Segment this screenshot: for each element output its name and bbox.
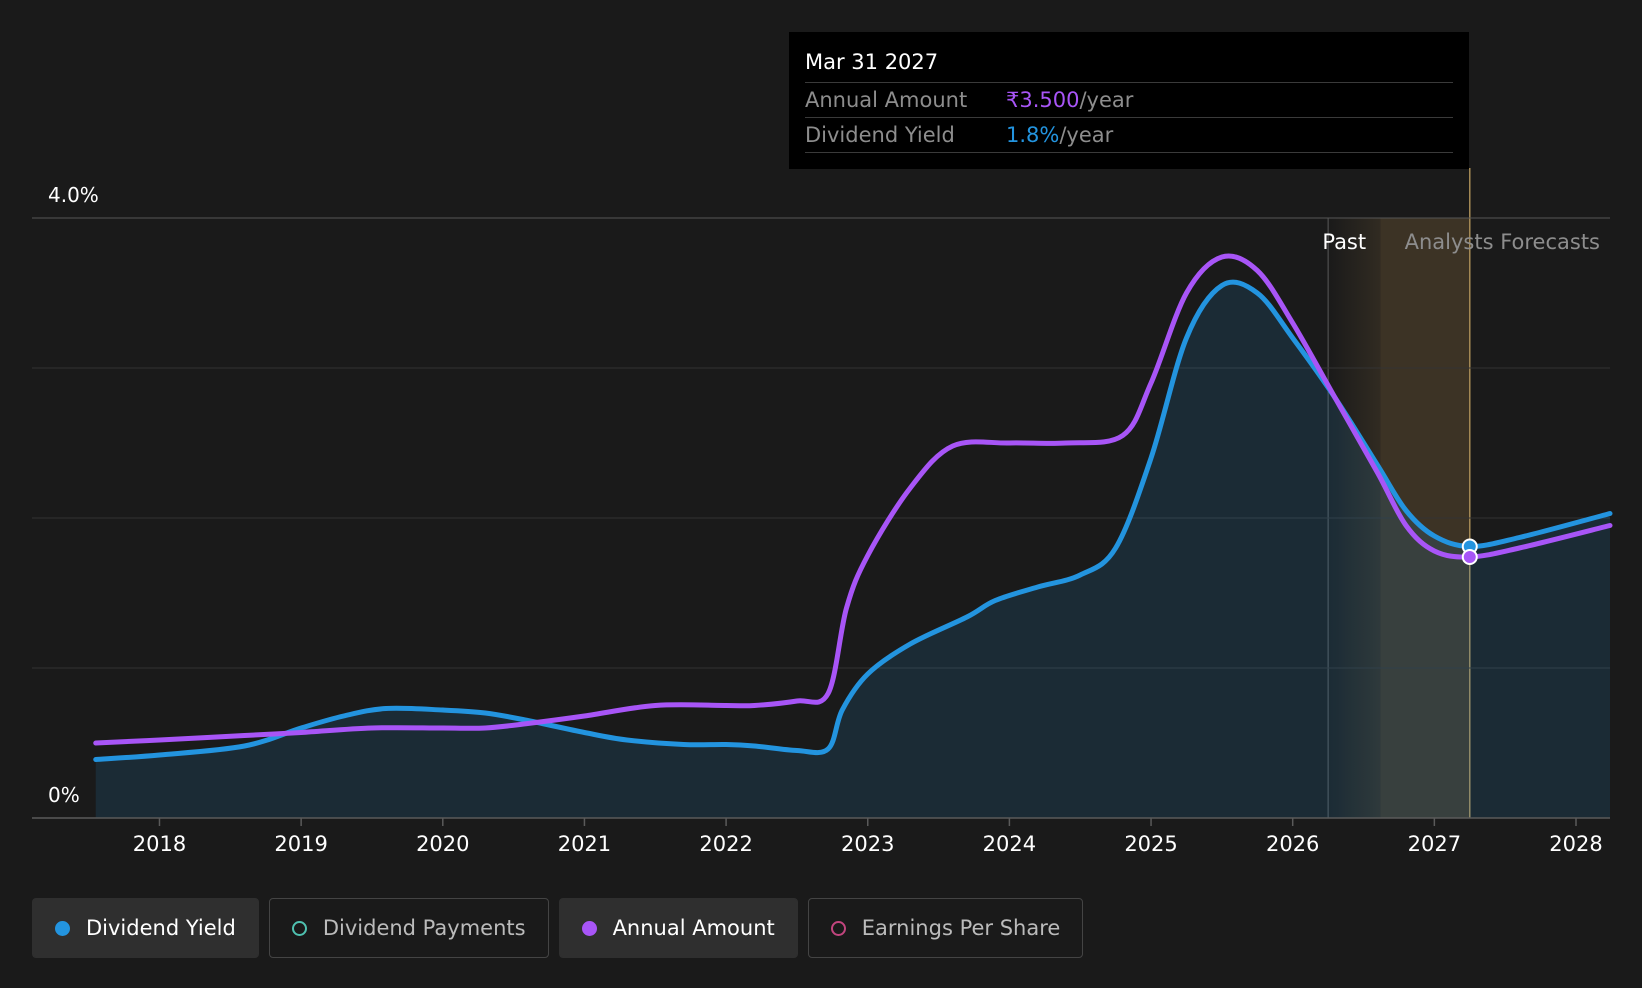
x-tick-label: 2022 [699,832,752,856]
chart-legend: Dividend Yield Dividend Payments Annual … [32,898,1084,958]
x-tick-label: 2024 [983,832,1036,856]
legend-dot-icon [581,920,597,936]
x-tick-label: 2020 [416,832,469,856]
legend-ring-icon [291,920,307,936]
past-label: Past [1322,230,1366,254]
legend-annual-amount[interactable]: Annual Amount [558,898,798,958]
tooltip-value: ₹3.500 [1006,88,1080,112]
y-tick-label-top: 4.0% [48,183,99,207]
x-tick-label: 2018 [133,832,186,856]
legend-label: Dividend Payments [322,916,526,940]
tooltip-label: Dividend Yield [805,123,955,147]
annual-amount-marker [1461,549,1478,565]
x-tick-label: 2028 [1549,832,1602,856]
x-tick-label: 2023 [841,832,894,856]
x-tick-label: 2027 [1408,832,1461,856]
legend-ring-icon [830,920,846,936]
x-tick-label: 2025 [1124,832,1177,856]
tooltip-unit: /year [1079,88,1134,112]
tooltip-row-annual-amount: Annual Amount ₹3.500 /year [805,83,1453,118]
y-tick-label-bottom: 0% [48,783,80,807]
legend-dividend-yield[interactable]: Dividend Yield [32,898,259,958]
x-tick-label: 2026 [1266,832,1319,856]
tooltip-label: Annual Amount [805,88,968,112]
tooltip-value: 1.8% [1006,123,1060,147]
legend-label: Dividend Yield [86,916,236,940]
legend-dividend-payments[interactable]: Dividend Payments [268,898,549,958]
tooltip-row-dividend-yield: Dividend Yield 1.8% /year [805,118,1453,153]
legend-dot-icon [55,920,70,936]
x-tick-label: 2021 [558,832,611,856]
chart-tooltip: Mar 31 2027 Annual Amount ₹3.500 /year D… [789,32,1469,169]
tooltip-unit: /year [1059,123,1114,147]
legend-earnings-per-share[interactable]: Earnings Per Share [807,898,1084,958]
legend-label: Annual Amount [612,916,775,940]
forecast-label: Analysts Forecasts [1405,230,1600,254]
x-tick-label: 2019 [274,832,327,856]
legend-label: Earnings Per Share [861,916,1061,940]
tooltip-date: Mar 31 2027 [805,32,1453,83]
